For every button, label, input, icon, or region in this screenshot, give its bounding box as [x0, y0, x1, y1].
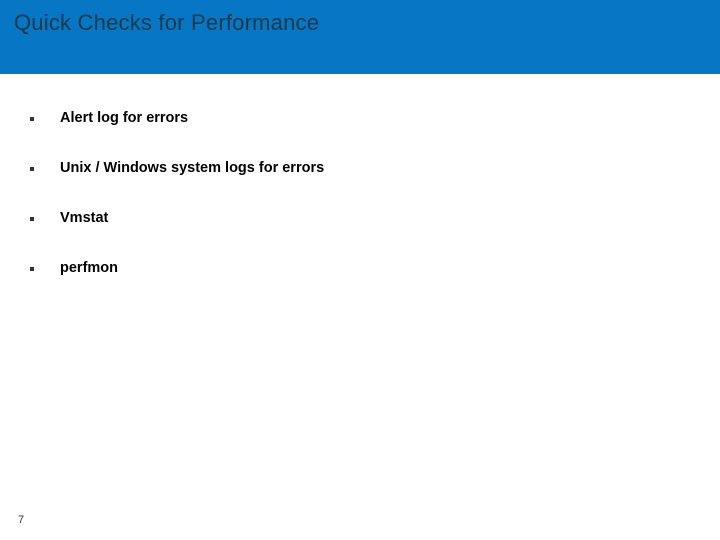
slide-title: Quick Checks for Performance: [14, 10, 319, 36]
list-item: perfmon: [30, 260, 690, 276]
bullet-text: Alert log for errors: [60, 110, 188, 126]
content-area: Alert log for errors Unix / Windows syst…: [0, 74, 720, 276]
bullet-icon: [30, 217, 34, 221]
bullet-icon: [30, 267, 34, 271]
bullet-text: perfmon: [60, 260, 118, 276]
list-item: Unix / Windows system logs for errors: [30, 160, 690, 176]
list-item: Alert log for errors: [30, 110, 690, 126]
bullet-icon: [30, 117, 34, 121]
title-band: Quick Checks for Performance: [0, 0, 720, 74]
bullet-icon: [30, 167, 34, 171]
page-number: 7: [18, 514, 24, 526]
bullet-text: Vmstat: [60, 210, 108, 226]
bullet-list: Alert log for errors Unix / Windows syst…: [30, 110, 690, 276]
list-item: Vmstat: [30, 210, 690, 226]
bullet-text: Unix / Windows system logs for errors: [60, 160, 324, 176]
